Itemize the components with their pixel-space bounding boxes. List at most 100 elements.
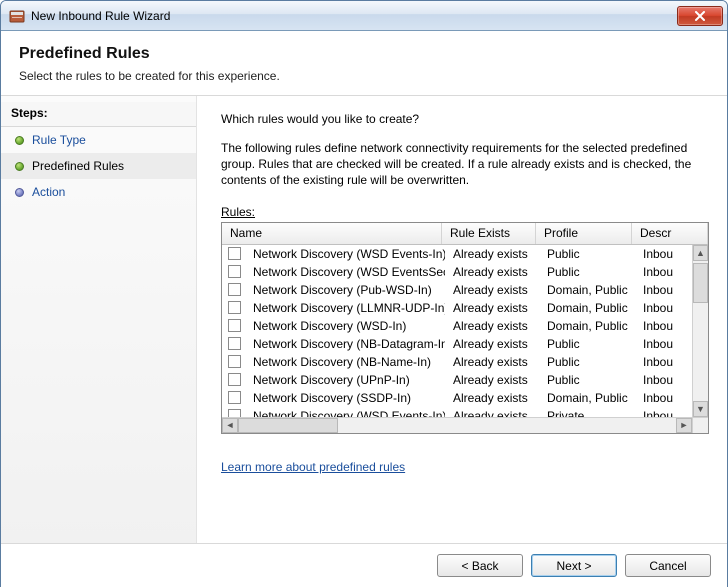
scroll-corner: [692, 417, 708, 433]
table-row[interactable]: Network Discovery (WSD Events-In)Already…: [222, 245, 692, 263]
row-checkbox[interactable]: [228, 301, 241, 314]
step-label: Predefined Rules: [32, 159, 124, 173]
back-button[interactable]: < Back: [437, 554, 523, 577]
step-label: Action: [32, 185, 65, 199]
cell-exists: Already exists: [445, 301, 539, 315]
table-row[interactable]: Network Discovery (LLMNR-UDP-In)Already …: [222, 299, 692, 317]
step-action[interactable]: Action: [1, 179, 196, 205]
cell-exists: Already exists: [445, 409, 539, 417]
vertical-scrollbar[interactable]: ▲ ▼: [692, 245, 708, 417]
cell-name: Network Discovery (WSD EventsSecure-In): [245, 265, 445, 279]
cell-desc: Inbou: [635, 355, 692, 369]
bullet-icon: [15, 136, 24, 145]
row-checkbox[interactable]: [228, 337, 241, 350]
row-checkbox[interactable]: [228, 373, 241, 386]
row-checkbox[interactable]: [228, 283, 241, 296]
cell-name: Network Discovery (WSD-In): [245, 319, 445, 333]
cell-desc: Inbou: [635, 301, 692, 315]
cell-exists: Already exists: [445, 391, 539, 405]
close-button[interactable]: [677, 6, 723, 26]
cell-name: Network Discovery (LLMNR-UDP-In): [245, 301, 445, 315]
question-text: Which rules would you like to create?: [221, 112, 709, 126]
col-header-profile[interactable]: Profile: [536, 223, 632, 244]
scroll-right-arrow-icon[interactable]: ►: [676, 418, 692, 433]
cell-exists: Already exists: [445, 337, 539, 351]
content-area: Which rules would you like to create? Th…: [197, 96, 727, 543]
cell-profile: Public: [539, 355, 635, 369]
cancel-button[interactable]: Cancel: [625, 554, 711, 577]
cell-name: Network Discovery (WSD Events-In): [245, 247, 445, 261]
cell-name: Network Discovery (NB-Name-In): [245, 355, 445, 369]
cell-exists: Already exists: [445, 319, 539, 333]
cell-profile: Public: [539, 337, 635, 351]
row-checkbox[interactable]: [228, 391, 241, 404]
next-button[interactable]: Next >: [531, 554, 617, 577]
step-rule-type[interactable]: Rule Type: [1, 127, 196, 153]
window-title: New Inbound Rule Wizard: [31, 9, 677, 23]
table-header: Name Rule Exists Profile Descr: [222, 223, 708, 245]
cell-desc: Inbou: [635, 391, 692, 405]
table-row[interactable]: Network Discovery (WSD-In)Already exists…: [222, 317, 692, 335]
row-checkbox[interactable]: [228, 247, 241, 260]
cell-exists: Already exists: [445, 265, 539, 279]
wizard-body: Steps: Rule Type Predefined Rules Action…: [1, 96, 727, 543]
col-header-desc[interactable]: Descr: [632, 223, 708, 244]
cell-exists: Already exists: [445, 247, 539, 261]
learn-more-link[interactable]: Learn more about predefined rules: [221, 460, 709, 474]
scroll-thumb[interactable]: [238, 418, 338, 433]
rules-table: Name Rule Exists Profile Descr Network D…: [221, 222, 709, 434]
scroll-up-arrow-icon[interactable]: ▲: [693, 245, 708, 261]
cell-desc: Inbou: [635, 283, 692, 297]
rules-label: Rules:: [221, 205, 709, 219]
description-text: The following rules define network conne…: [221, 140, 709, 189]
titlebar: New Inbound Rule Wizard: [1, 1, 727, 31]
row-checkbox[interactable]: [228, 409, 241, 417]
cell-exists: Already exists: [445, 283, 539, 297]
app-icon: [9, 8, 25, 24]
cell-exists: Already exists: [445, 373, 539, 387]
table-body: Network Discovery (WSD Events-In)Already…: [222, 245, 692, 417]
col-header-exists[interactable]: Rule Exists: [442, 223, 536, 244]
cell-desc: Inbou: [635, 337, 692, 351]
cell-profile: Domain, Public: [539, 319, 635, 333]
wizard-footer: < Back Next > Cancel: [1, 543, 727, 587]
cell-profile: Private: [539, 409, 635, 417]
bullet-icon: [15, 188, 24, 197]
row-checkbox[interactable]: [228, 265, 241, 278]
cell-profile: Public: [539, 373, 635, 387]
row-checkbox[interactable]: [228, 355, 241, 368]
page-subtitle: Select the rules to be created for this …: [19, 69, 709, 83]
cell-desc: Inbou: [635, 265, 692, 279]
table-row[interactable]: Network Discovery (SSDP-In)Already exist…: [222, 389, 692, 407]
steps-heading: Steps:: [1, 102, 196, 127]
table-row[interactable]: Network Discovery (WSD EventsSecure-In)A…: [222, 263, 692, 281]
page-title: Predefined Rules: [19, 45, 709, 63]
table-row[interactable]: Network Discovery (UPnP-In)Already exist…: [222, 371, 692, 389]
cell-desc: Inbou: [635, 247, 692, 261]
cell-name: Network Discovery (NB-Datagram-In): [245, 337, 445, 351]
table-row[interactable]: Network Discovery (NB-Name-In)Already ex…: [222, 353, 692, 371]
cell-name: Network Discovery (SSDP-In): [245, 391, 445, 405]
table-row[interactable]: Network Discovery (NB-Datagram-In)Alread…: [222, 335, 692, 353]
scroll-down-arrow-icon[interactable]: ▼: [693, 401, 708, 417]
scroll-thumb[interactable]: [693, 263, 708, 303]
cell-name: Network Discovery (Pub-WSD-In): [245, 283, 445, 297]
cell-desc: Inbou: [635, 373, 692, 387]
cell-profile: Domain, Public: [539, 301, 635, 315]
step-predefined-rules[interactable]: Predefined Rules: [1, 153, 196, 179]
cell-profile: Public: [539, 265, 635, 279]
row-checkbox[interactable]: [228, 319, 241, 332]
cell-profile: Domain, Public: [539, 283, 635, 297]
cell-desc: Inbou: [635, 319, 692, 333]
cell-desc: Inbou: [635, 409, 692, 417]
steps-sidebar: Steps: Rule Type Predefined Rules Action: [1, 96, 197, 543]
col-header-name[interactable]: Name: [222, 223, 442, 244]
horizontal-scrollbar[interactable]: ◄ ►: [222, 417, 692, 433]
cell-profile: Public: [539, 247, 635, 261]
table-row[interactable]: Network Discovery (Pub-WSD-In)Already ex…: [222, 281, 692, 299]
scroll-left-arrow-icon[interactable]: ◄: [222, 418, 238, 433]
cell-profile: Domain, Public: [539, 391, 635, 405]
table-row[interactable]: Network Discovery (WSD Events-In)Already…: [222, 407, 692, 417]
wizard-header: Predefined Rules Select the rules to be …: [1, 31, 727, 96]
scroll-track[interactable]: [238, 418, 676, 433]
